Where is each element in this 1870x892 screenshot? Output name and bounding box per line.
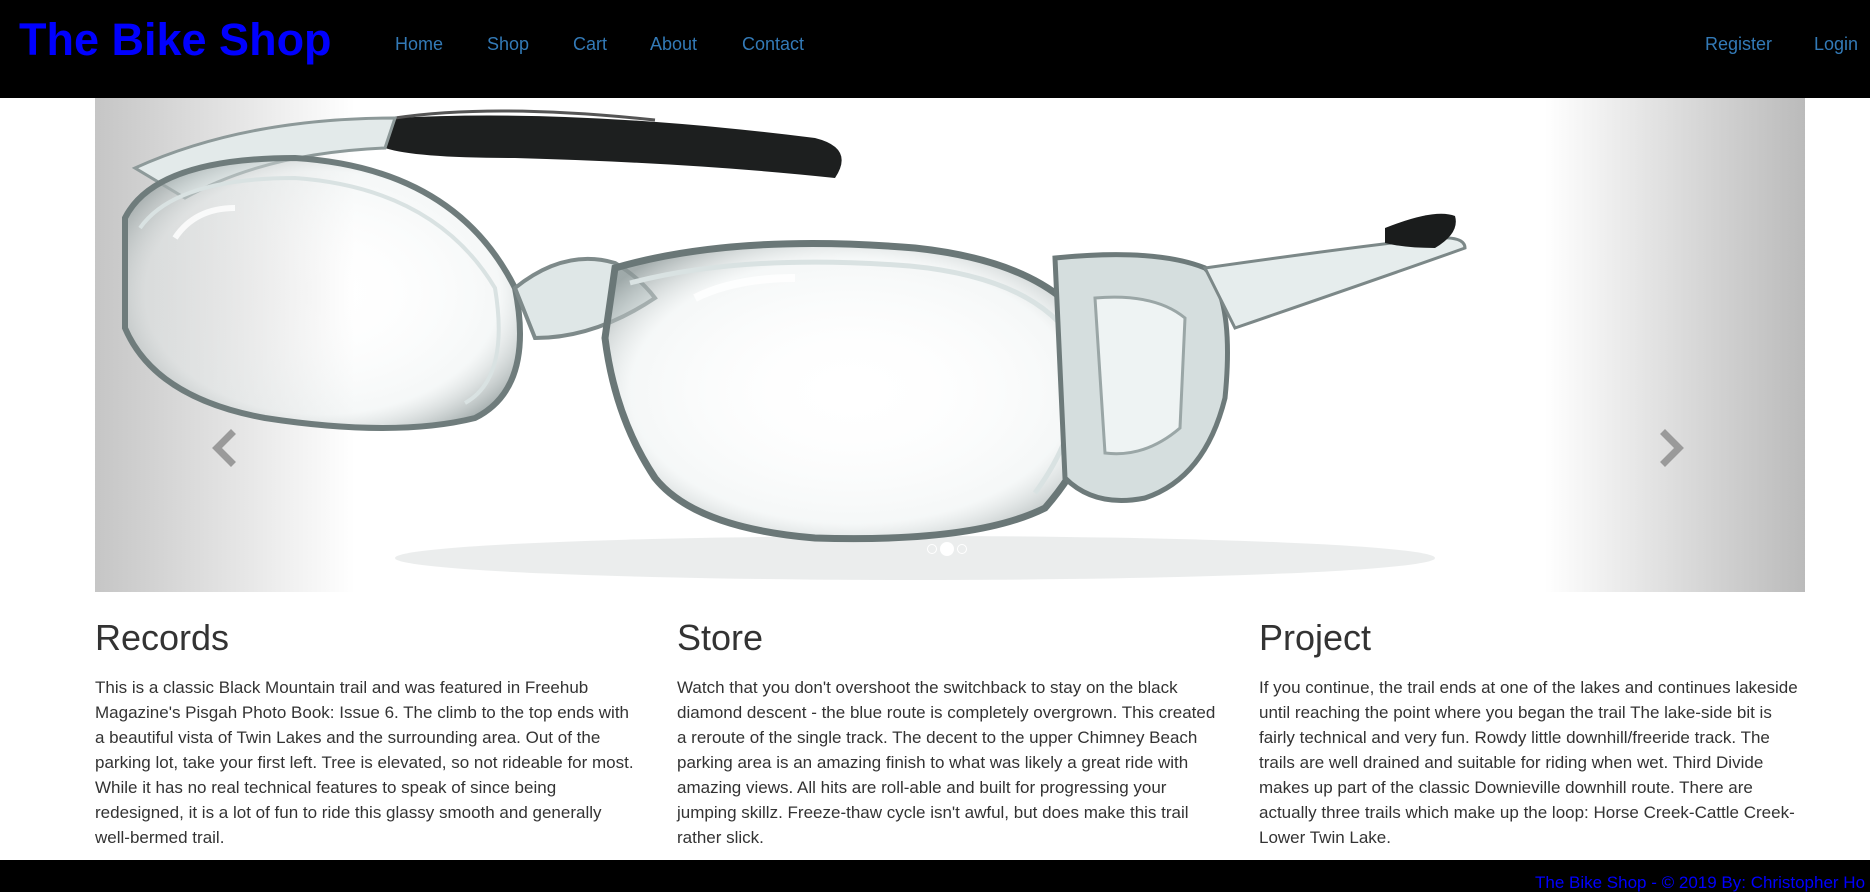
footer-copyright: The Bike Shop - © 2019 By: Christopher H…	[1535, 873, 1866, 892]
nav-link-login[interactable]: Login	[1814, 34, 1858, 55]
carousel	[95, 98, 1805, 592]
brand-logo-link[interactable]: The Bike Shop	[19, 14, 332, 66]
column-records: Records This is a classic Black Mountain…	[95, 612, 640, 850]
carousel-indicator-1[interactable]	[927, 544, 937, 554]
carousel-next-chevron-right-icon[interactable]	[1655, 428, 1689, 468]
safety-glasses-image	[122, 109, 1467, 580]
nav-link-contact[interactable]: Contact	[742, 34, 804, 55]
column-project: Project If you continue, the trail ends …	[1259, 612, 1804, 850]
carousel-indicators	[927, 541, 967, 557]
column-text-store: Watch that you don't overshoot the switc…	[677, 678, 1216, 847]
footer: The Bike Shop - © 2019 By: Christopher H…	[0, 860, 1870, 892]
column-title-records: Records	[95, 617, 230, 658]
column-title-project: Project	[1259, 617, 1372, 658]
carousel-indicator-2-active[interactable]	[940, 542, 954, 556]
navbar: The Bike Shop Home Shop Cart About Conta…	[0, 0, 1870, 98]
nav-link-cart[interactable]: Cart	[573, 34, 607, 55]
nav-link-register[interactable]: Register	[1705, 34, 1772, 55]
column-title-store: Store	[677, 617, 764, 658]
nav-link-home[interactable]: Home	[395, 34, 443, 55]
carousel-prev-chevron-left-icon[interactable]	[207, 428, 241, 468]
carousel-indicator-3[interactable]	[957, 544, 967, 554]
nav-link-shop[interactable]: Shop	[487, 34, 529, 55]
column-text-project: If you continue, the trail ends at one o…	[1259, 678, 1798, 847]
column-store: Store Watch that you don't overshoot the…	[677, 612, 1222, 850]
nav-link-about[interactable]: About	[650, 34, 697, 55]
column-text-records: This is a classic Black Mountain trail a…	[95, 678, 634, 847]
